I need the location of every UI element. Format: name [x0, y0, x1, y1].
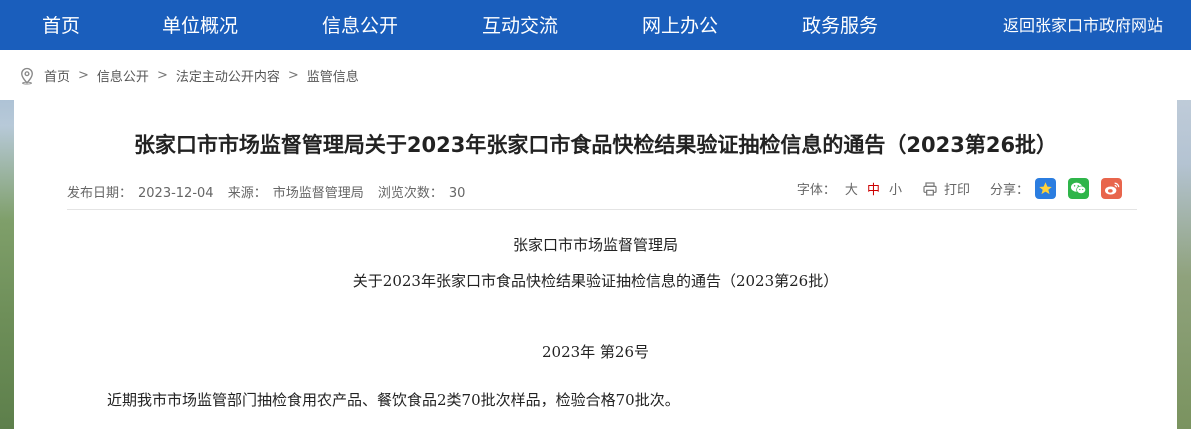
nav-home[interactable]: 首页: [42, 0, 80, 50]
wechat-icon: [1070, 182, 1087, 194]
publish-date-label: 发布日期：: [67, 186, 133, 201]
share-weibo-button[interactable]: [1101, 178, 1122, 199]
print-label: 打印: [943, 183, 970, 198]
weibo-icon: [1104, 182, 1119, 195]
breadcrumb: 首页 > 信息公开 > 法定主动公开内容 > 监管信息: [18, 66, 359, 85]
share-label: 分享：: [989, 183, 1029, 198]
breadcrumb-info-disclosure[interactable]: 信息公开: [97, 66, 149, 85]
printer-icon: [923, 181, 937, 196]
font-small-button[interactable]: 小: [889, 179, 902, 198]
font-large-button[interactable]: 大: [845, 179, 858, 198]
background-right: [1177, 50, 1191, 429]
font-medium-button[interactable]: 中: [867, 179, 880, 198]
nav-interaction[interactable]: 互动交流: [482, 0, 558, 50]
source: 市场监督管理局: [272, 186, 364, 201]
breadcrumb-home[interactable]: 首页: [44, 66, 70, 85]
share-wechat-button[interactable]: [1068, 178, 1089, 199]
publish-date: 2023-12-04: [138, 186, 214, 201]
background-left: [0, 50, 14, 429]
meta-divider: [67, 209, 1137, 210]
document-number: 2023年 第26号: [541, 343, 650, 361]
breadcrumb-statutory-content[interactable]: 法定主动公开内容: [176, 66, 280, 85]
nav-online-office[interactable]: 网上办公: [642, 0, 718, 50]
nav-info-disclosure[interactable]: 信息公开: [322, 0, 398, 50]
nav-unit-overview[interactable]: 单位概况: [162, 0, 238, 50]
print-button[interactable]: 打印: [922, 179, 970, 198]
view-count: 30: [448, 186, 466, 201]
breadcrumb-regulatory-info[interactable]: 监管信息: [307, 66, 359, 85]
font-size-label: 字体：: [796, 183, 836, 198]
views-label: 浏览次数：: [377, 186, 443, 201]
source-label: 来源：: [227, 186, 267, 201]
article-title: 张家口市市场监督管理局关于2023年张家口市食品快检结果验证抽检信息的通告（20…: [133, 133, 1058, 157]
article-tools: 字体： 大 中 小 打印 分享：: [797, 178, 1122, 199]
location-pin-icon: [21, 67, 33, 84]
qzone-star-icon: [1039, 182, 1052, 195]
article-meta: 发布日期： 2023-12-04 来源： 市场监督管理局 浏览次数： 30: [67, 182, 471, 201]
breadcrumb-separator: >: [78, 68, 89, 83]
article-panel: 张家口市市场监督管理局关于2023年张家口市食品快检结果验证抽检信息的通告（20…: [14, 100, 1177, 429]
document-org-heading: 张家口市市场监督管理局: [512, 236, 678, 254]
breadcrumb-separator: >: [287, 68, 299, 83]
document-paragraph: 近期我市市场监管部门抽检食用农产品、餐饮食品2类70批次样品，检验合格70批次。: [107, 391, 680, 409]
top-navigation: 首页 单位概况 信息公开 互动交流 网上办公 政务服务 返回张家口市政府网站: [0, 0, 1191, 50]
document-subtitle: 关于2023年张家口市食品快检结果验证抽检信息的通告（2023第26批）: [352, 272, 839, 290]
breadcrumb-bar: 首页 > 信息公开 > 法定主动公开内容 > 监管信息: [0, 50, 1191, 100]
breadcrumb-separator: >: [156, 68, 168, 83]
return-gov-site-link[interactable]: 返回张家口市政府网站: [1003, 0, 1163, 50]
share-qzone-button[interactable]: [1035, 178, 1056, 199]
nav-gov-services[interactable]: 政务服务: [802, 0, 878, 50]
